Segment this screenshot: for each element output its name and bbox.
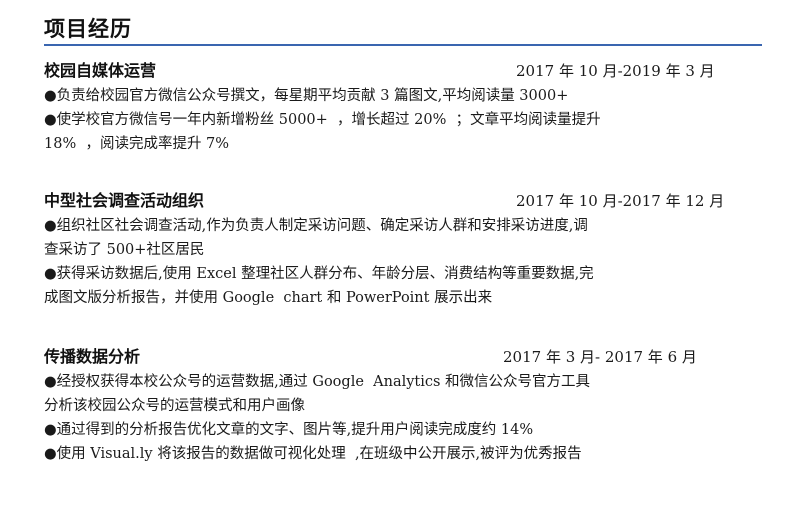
resume-page: 项目经历 校园自媒体运营 2017 年 10 月-2019 年 3 月 ●负责给… bbox=[0, 0, 794, 531]
project-header: 中型社会调查活动组织 2017 年 10 月-2017 年 12 月 bbox=[44, 188, 744, 214]
section-divider bbox=[44, 44, 762, 46]
project-bullet: ●使学校官方微信号一年内新增粉丝 5000+ ，增长超过 20% ；文章平均阅读… bbox=[44, 112, 601, 152]
project-item: 校园自媒体运营 2017 年 10 月-2019 年 3 月 ●负责给校园官方微… bbox=[44, 58, 744, 156]
project-bullet: ●经授权获得本校公众号的运营数据,通过 Google Analytics 和微信… bbox=[44, 374, 591, 414]
project-name: 中型社会调查活动组织 bbox=[44, 191, 205, 210]
project-bullet: ●通过得到的分析报告优化文章的文字、图片等,提升用户阅读完成度约 14% bbox=[44, 422, 534, 438]
project-date: 2017 年 10 月-2019 年 3 月 bbox=[516, 62, 715, 80]
project-name: 校园自媒体运营 bbox=[44, 61, 157, 80]
section-title: 项目经历 bbox=[44, 17, 132, 41]
project-bullet: ●组织社区社会调查活动,作为负责人制定采访问题、确定采访人群和安排采访进度,调 … bbox=[44, 218, 588, 258]
project-header: 传播数据分析 2017 年 3 月- 2017 年 6 月 bbox=[44, 344, 744, 370]
project-date: 2017 年 3 月- 2017 年 6 月 bbox=[503, 348, 697, 366]
project-header: 校园自媒体运营 2017 年 10 月-2019 年 3 月 bbox=[44, 58, 744, 84]
project-name: 传播数据分析 bbox=[44, 347, 141, 366]
project-item: 传播数据分析 2017 年 3 月- 2017 年 6 月 ●经授权获得本校公众… bbox=[44, 344, 744, 466]
project-item: 中型社会调查活动组织 2017 年 10 月-2017 年 12 月 ●组织社区… bbox=[44, 188, 744, 310]
project-bullet: ●负责给校园官方微信公众号撰文，每星期平均贡献 3 篇图文,平均阅读量 3000… bbox=[44, 88, 569, 104]
project-date: 2017 年 10 月-2017 年 12 月 bbox=[516, 192, 725, 210]
project-bullet: ●使用 Visual.ly 将该报告的数据做可视化处理 ,在班级中公开展示,被评… bbox=[44, 446, 582, 462]
project-bullet: ●获得采访数据后,使用 Excel 整理社区人群分布、年龄分层、消费结构等重要数… bbox=[44, 266, 594, 306]
